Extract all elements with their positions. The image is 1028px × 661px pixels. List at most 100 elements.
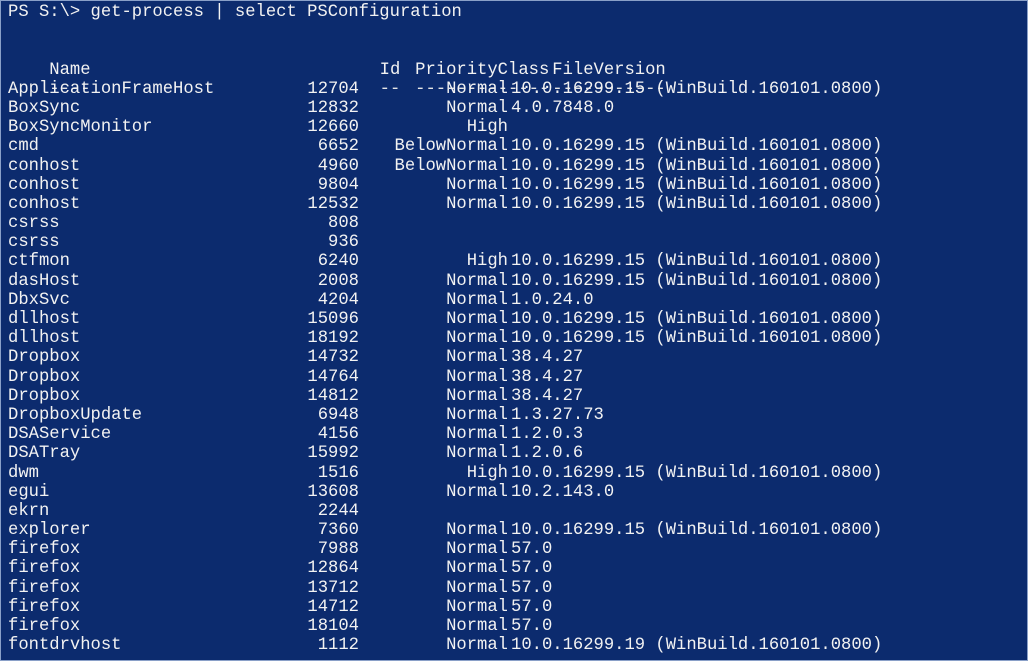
process-priority-class: Normal [446,617,508,636]
table-row: csrss 808 [8,214,1028,233]
process-file-version: 1.2.0.3 [511,425,584,445]
table-row: BoxSync 12832 Normal 4.0.7848.0 [8,99,1028,118]
process-file-version: 38.4.27 [511,348,584,368]
process-id: 2008 [317,271,359,291]
header-file-version: FileVersion [552,60,666,80]
process-name: conhost [8,175,81,195]
process-file-version: 1.2.0.6 [511,444,584,464]
process-priority-class: High [466,118,508,138]
process-file-version: 57.0 [511,578,553,598]
table-row: DSAService 4156 Normal 1.2.0.3 [8,425,1028,444]
process-id: 4204 [317,290,359,310]
process-name: cmd [8,137,39,157]
process-id: 14812 [307,386,359,406]
process-file-version: 10.0.16299.15 (WinBuild.160101.0800) [511,329,883,349]
process-name: dllhost [8,310,81,329]
process-file-version: 10.0.16299.15 (WinBuild.160101.0800) [511,156,883,176]
table-row: csrss 936 [8,233,1028,252]
process-priority-class: Normal [446,636,508,656]
process-id: 12864 [307,559,359,579]
process-name: DSAService [8,425,112,445]
header-name: Name [49,60,91,80]
process-file-version: 57.0 [511,597,553,617]
process-name: Dropbox [8,386,81,406]
process-priority-class: Normal [446,290,508,310]
process-file-version: 57.0 [511,559,553,579]
process-name: csrss [8,214,60,234]
header-priority-class: PriorityClass [415,60,550,80]
table-row: conhost 9804 Normal 10.0.16299.15 (WinBuild… [8,176,1028,195]
process-file-version: 10.0.16299.15 (WinBuild.160101.0800) [511,252,883,272]
process-name: dllhost [8,329,81,349]
process-name: egui [8,482,50,502]
process-id: 936 [328,233,359,253]
table-row: dasHost 2008 Normal 10.0.16299.15 (WinBuild… [8,272,1028,291]
process-file-version: 38.4.27 [511,386,584,406]
process-id: 13608 [307,482,359,502]
process-name: ApplicationFrameHost [8,79,215,99]
process-name: ctfmon [8,252,70,272]
process-file-version: 1.0.24.0 [511,290,594,310]
table-row: ApplicationFrameHost 12704 Normal 10.0.1629… [8,80,1028,99]
process-id: 7360 [317,521,359,541]
process-file-version: 10.2.143.0 [511,482,615,502]
header-id: Id [379,60,401,80]
process-name: DbxSvc [8,290,70,310]
process-file-version: 57.0 [511,617,553,636]
process-priority-class: Normal [446,559,508,579]
process-id: 12660 [307,118,359,138]
table-row: Dropbox 14764 Normal 38.4.27 [8,368,1028,387]
process-priority-class: Normal [446,578,508,598]
table-row: ctfmon 6240 High 10.0.16299.15 (WinBuild.16… [8,252,1028,271]
process-priority-class: Normal [446,386,508,406]
table-row: conhost 12532 Normal 10.0.16299.15 (WinBuil… [8,195,1028,214]
process-priority-class: Normal [446,425,508,445]
table-header: Name Id PriorityClass FileVersion [8,41,1028,80]
process-file-version: 10.0.16299.19 (WinBuild.160101.0800) [511,636,883,656]
process-priority-class: Normal [446,98,508,118]
process-priority-class: Normal [446,310,508,329]
table-row: firefox 7988 Normal 57.0 [8,540,1028,559]
process-priority-class: Normal [446,540,508,560]
process-name: ekrn [8,501,50,521]
table-row: firefox 12864 Normal 57.0 [8,559,1028,578]
process-id: 15992 [307,444,359,464]
process-priority-class: High [466,463,508,483]
process-file-version: 38.4.27 [511,367,584,387]
table-row: BoxSyncMonitor 12660 High [8,118,1028,137]
process-priority-class: Normal [446,175,508,195]
process-id: 2244 [317,501,359,521]
table-row: DSATray 15992 Normal 1.2.0.6 [8,444,1028,463]
process-id: 7988 [317,540,359,560]
process-id: 4960 [317,156,359,176]
table-row: conhost 4960 BelowNormal 10.0.16299.15 (Win… [8,157,1028,176]
process-name: DSATray [8,444,81,464]
process-id: 14712 [307,597,359,617]
process-name: fontdrvhost [8,636,122,656]
process-file-version: 57.0 [511,540,553,560]
table-row: egui 13608 Normal 10.2.143.0 [8,483,1028,502]
process-priority-class: Normal [446,194,508,214]
process-priority-class: BelowNormal [394,156,508,176]
process-name: DropboxUpdate [8,405,143,425]
process-id: 12832 [307,98,359,118]
process-priority-class: High [466,252,508,272]
process-file-version: 10.0.16299.15 (WinBuild.160101.0800) [511,79,883,99]
table-row: Dropbox 14732 Normal 38.4.27 [8,348,1028,367]
process-name: BoxSync [8,98,81,118]
table-row: ekrn 2244 [8,502,1028,521]
process-name: firefox [8,578,81,598]
process-priority-class: Normal [446,79,508,99]
process-priority-class: BelowNormal [394,137,508,157]
process-id: 6948 [317,405,359,425]
process-priority-class: Normal [446,405,508,425]
process-file-version: 10.0.16299.15 (WinBuild.160101.0800) [511,463,883,483]
powershell-console[interactable]: PS S:\> get-process | select PSConfigura… [0,0,1028,661]
table-row: firefox 13712 Normal 57.0 [8,579,1028,598]
process-id: 4156 [317,425,359,445]
process-file-version: 10.0.16299.15 (WinBuild.160101.0800) [511,175,883,195]
process-name: firefox [8,597,81,617]
table-row: dwm 1516 High 10.0.16299.15 (WinBuild.16010… [8,464,1028,483]
process-priority-class: Normal [446,367,508,387]
